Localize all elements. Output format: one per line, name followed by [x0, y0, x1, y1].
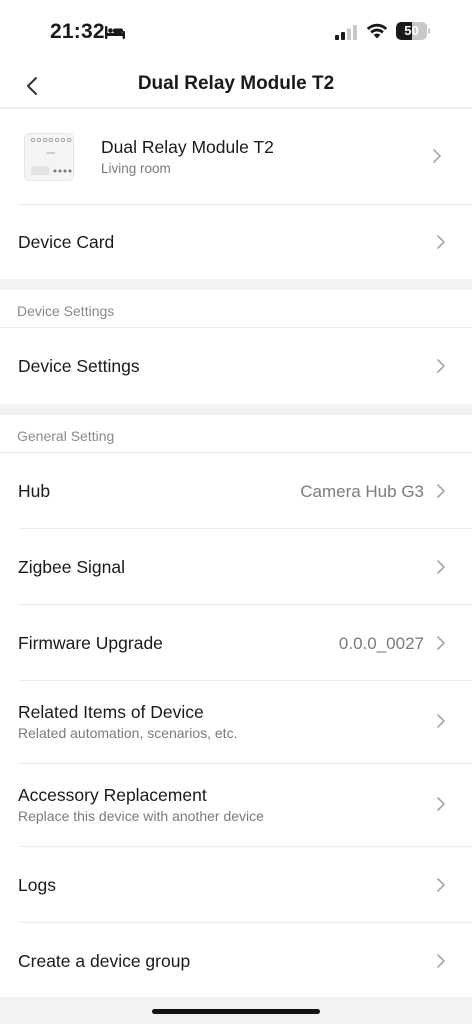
chevron-right-icon — [437, 359, 445, 373]
chevron-left-icon — [27, 77, 37, 95]
device-settings-row[interactable]: Device Settings — [0, 328, 472, 404]
wifi-icon — [366, 23, 388, 39]
related-items-row[interactable]: Related Items of Device Related automati… — [0, 681, 472, 763]
device-settings-label: Device Settings — [18, 356, 140, 376]
page-title: Dual Relay Module T2 — [137, 73, 335, 94]
hub-value: Camera Hub G3 — [300, 482, 424, 501]
related-items-label: Related Items of Device — [18, 702, 204, 722]
section-header-device-settings: Device Settings — [17, 303, 115, 319]
chevron-right-icon — [437, 878, 445, 892]
device-card-section: Dual Relay Module T2 Living room Device … — [0, 109, 472, 279]
bed-icon — [105, 26, 125, 39]
chevron-right-icon — [437, 636, 445, 650]
hub-row[interactable]: Hub Camera Hub G3 — [0, 453, 472, 528]
general-setting-section: General Setting Hub Camera Hub G3 Zigbee… — [0, 415, 472, 997]
home-indicator[interactable] — [152, 1009, 320, 1014]
create-device-group-label: Create a device group — [18, 951, 191, 971]
status-bar: 21:32 50 — [0, 0, 472, 64]
section-header-general-setting: General Setting — [17, 428, 115, 444]
accessory-replacement-label: Accessory Replacement — [18, 785, 207, 805]
chevron-right-icon — [437, 797, 445, 811]
status-time: 21:32 — [50, 20, 105, 43]
cellular-signal-icon — [335, 25, 357, 40]
hub-label: Hub — [18, 481, 51, 501]
chevron-right-icon — [437, 560, 445, 574]
firmware-upgrade-row[interactable]: Firmware Upgrade 0.0.0_0027 — [0, 605, 472, 680]
logs-row[interactable]: Logs — [0, 847, 472, 922]
create-device-group-row[interactable]: Create a device group — [0, 923, 472, 997]
accessory-replacement-row[interactable]: Accessory Replacement Replace this devic… — [0, 764, 472, 846]
chevron-right-icon — [437, 484, 445, 498]
firmware-version: 0.0.0_0027 — [338, 634, 424, 653]
accessory-replacement-description: Replace this device with another device — [18, 808, 264, 824]
zigbee-signal-row[interactable]: Zigbee Signal — [0, 529, 472, 604]
relay-module-image — [24, 133, 74, 181]
zigbee-signal-label: Zigbee Signal — [18, 557, 126, 577]
chevron-right-icon — [433, 149, 441, 163]
related-items-description: Related automation, scenarios, etc. — [18, 725, 238, 741]
chevron-right-icon — [437, 954, 445, 968]
battery-icon: 50 — [396, 22, 430, 40]
chevron-right-icon — [437, 714, 445, 728]
device-room: Living room — [101, 161, 171, 176]
device-info-row[interactable]: Dual Relay Module T2 Living room — [0, 109, 472, 204]
device-name: Dual Relay Module T2 — [101, 137, 274, 157]
device-settings-section: Device Settings Device Settings — [0, 290, 472, 404]
firmware-upgrade-label: Firmware Upgrade — [18, 633, 163, 653]
device-card-row[interactable]: Device Card — [0, 205, 472, 279]
device-card-label: Device Card — [18, 232, 115, 252]
navigation-bar: Dual Relay Module T2 — [0, 64, 472, 108]
battery-level: 50 — [404, 23, 419, 38]
back-button[interactable] — [14, 68, 50, 104]
chevron-right-icon — [437, 235, 445, 249]
logs-label: Logs — [18, 875, 56, 895]
